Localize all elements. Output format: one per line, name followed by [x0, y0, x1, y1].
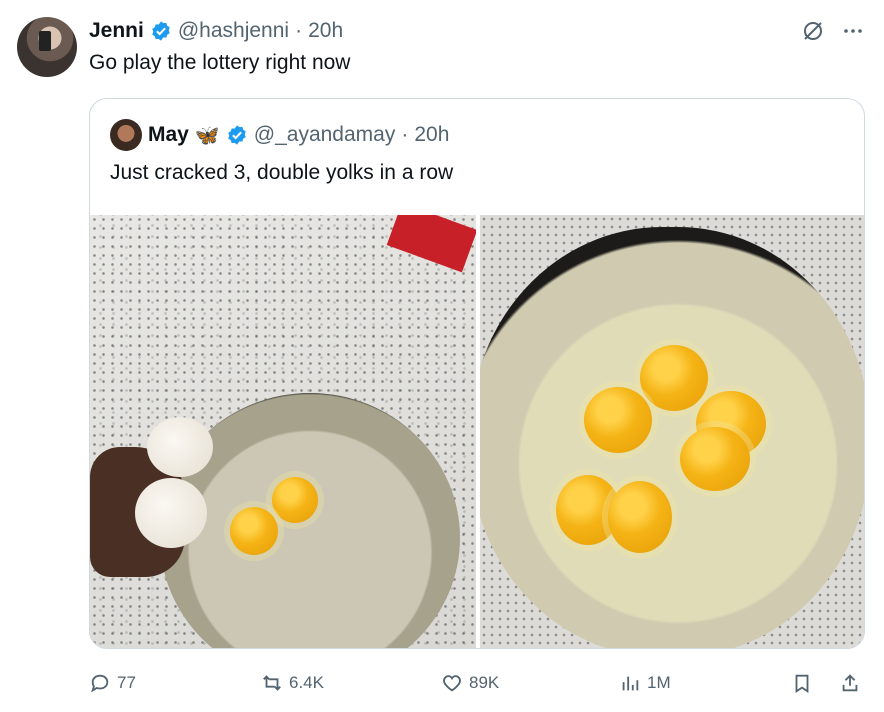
views-button[interactable]: 1M	[619, 672, 671, 694]
egg-carton-shape	[386, 215, 476, 273]
yolk-shape	[272, 477, 318, 523]
verified-badge-icon	[152, 21, 170, 41]
retweet-count: 6.4K	[289, 673, 324, 692]
photo-bowl-two-yolks[interactable]	[90, 215, 476, 648]
author-name[interactable]: Jenni	[89, 19, 144, 43]
reply-count: 77	[117, 673, 136, 692]
retweet-button[interactable]: 6.4K	[261, 672, 324, 694]
quote-media-grid	[90, 215, 864, 648]
quote-header: May 🦋 @_ayandamay · 20h	[110, 119, 449, 151]
yolk-shape	[608, 481, 672, 553]
eggshell-shape	[135, 478, 207, 548]
share-button[interactable]	[839, 672, 861, 694]
quote-time: 20h	[414, 123, 450, 146]
quoted-tweet-card[interactable]: May 🦋 @_ayandamay · 20h Just cracked 3, …	[89, 98, 865, 649]
yolk-shape	[230, 507, 278, 555]
yolk-shape	[584, 387, 652, 453]
views-count: 1M	[647, 673, 671, 692]
yolk-shape	[640, 345, 708, 411]
bowl-shape	[480, 227, 864, 648]
author-avatar[interactable]	[17, 17, 77, 77]
heart-icon	[443, 675, 461, 692]
avatar-phone-detail	[39, 31, 51, 51]
like-count: 89K	[469, 673, 500, 692]
yolk-shape	[680, 427, 750, 491]
share-icon	[842, 674, 858, 692]
more-icon[interactable]	[840, 18, 866, 44]
retweet-icon	[263, 675, 281, 691]
verified-badge-icon	[228, 125, 246, 145]
grok-icon[interactable]	[800, 18, 826, 44]
quote-author-name: May	[148, 123, 189, 146]
views-icon	[622, 676, 639, 691]
quote-author-handle: @_ayandamay	[253, 123, 396, 146]
tweet-time[interactable]: 20h	[308, 19, 343, 43]
bookmark-button[interactable]	[791, 672, 813, 694]
author-handle[interactable]: @hashjenni	[178, 19, 289, 43]
bookmark-icon	[795, 674, 809, 693]
butterfly-emoji-icon: 🦋	[194, 124, 220, 147]
eggshell-shape	[147, 417, 213, 477]
reply-button[interactable]: 77	[89, 672, 136, 694]
reply-icon	[91, 674, 109, 693]
photo-bowl-six-yolks[interactable]	[480, 215, 864, 648]
tweet-action-bar: 77 6.4K 89K 1M	[89, 668, 865, 698]
tweet-text: Go play the lottery right now	[89, 51, 351, 74]
tweet-top-actions	[800, 18, 866, 44]
tweet-header: Jenni @hashjenni · 20h	[89, 18, 343, 44]
meta-separator: ·	[295, 19, 303, 42]
meta-separator: ·	[401, 123, 409, 146]
quote-text: Just cracked 3, double yolks in a row	[110, 161, 454, 184]
quote-author-avatar	[110, 119, 142, 151]
like-button[interactable]: 89K	[441, 672, 499, 694]
